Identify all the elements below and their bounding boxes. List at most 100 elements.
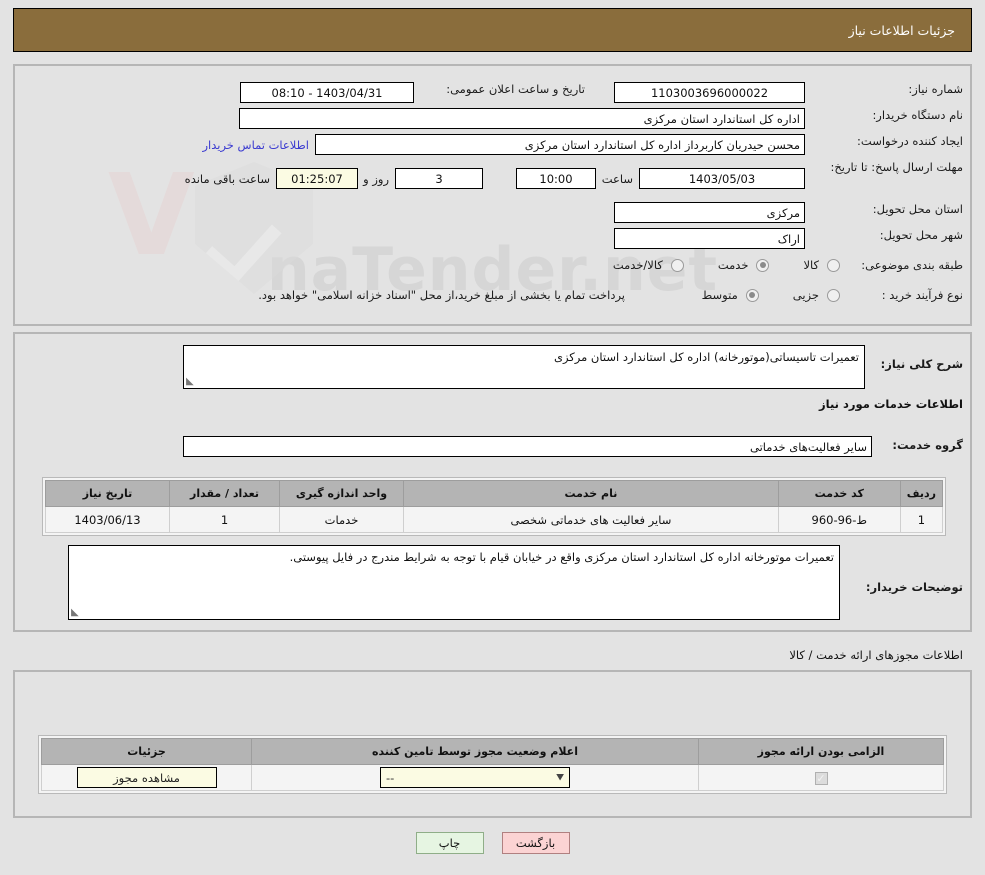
col-required: الزامی بودن ارائه مجوز xyxy=(698,738,944,765)
hour-label: ساعت xyxy=(601,171,633,186)
deadline-time-field: 10:00 xyxy=(516,168,596,189)
buyer-notes-textarea[interactable]: تعمیرات موتورخانه اداره کل استاندارد است… xyxy=(68,545,840,620)
cell-unit: خدمات xyxy=(279,506,404,533)
service-table-grid: ردیف کد خدمت نام خدمت واحد اندازه گیری ت… xyxy=(45,480,944,533)
countdown-label-row: ساعت باقی مانده xyxy=(185,168,270,189)
contact-link-row[interactable]: اطلاعات تماس خریدار xyxy=(202,134,309,155)
cell-date: 1403/06/13 xyxy=(45,506,170,533)
col-status: اعلام وضعیت مجوز توسط تامین کننده xyxy=(251,738,699,765)
col-date: تاریخ نیاز xyxy=(45,480,170,507)
cell-row: 1 xyxy=(899,506,944,533)
resize-grip-icon[interactable]: ◢ xyxy=(186,376,196,387)
service-group-label: گروه خدمت: xyxy=(892,438,963,452)
general-desc-label: شرح کلی نیاز: xyxy=(880,357,963,371)
general-desc-row: شرح کلی نیاز: xyxy=(881,357,963,371)
buyer-notes-text: تعمیرات موتورخانه اداره کل استاندارد است… xyxy=(289,550,834,564)
service-group-field: سایر فعالیت‌های خدماتی xyxy=(183,436,872,457)
view-license-button[interactable]: مشاهده مجوز xyxy=(76,767,217,788)
radio-category-2[interactable] xyxy=(670,258,684,272)
need-summary-panel xyxy=(13,64,972,326)
process-label: نوع فرآیند خرید : xyxy=(881,288,963,302)
hour-label-row: ساعت xyxy=(602,168,633,189)
province-row: استان محل تحویل: xyxy=(873,202,963,216)
cell-status: ▼ -- xyxy=(251,764,699,791)
days-label: روز و xyxy=(363,171,389,186)
page-header: جزئیات اطلاعات نیاز xyxy=(13,8,972,52)
creator-label: ایجاد کننده درخواست: xyxy=(857,134,963,148)
category-label: طبقه بندی موضوعی: xyxy=(861,258,963,272)
buyer-notes-label: توضیحات خریدار: xyxy=(865,580,963,594)
radio-category-1[interactable] xyxy=(756,258,770,272)
need-number-row: شماره نیاز: xyxy=(853,82,963,96)
creator-field: محسن حیدریان کاربرداز اداره کل استاندارد… xyxy=(315,134,805,155)
remaining-days-field: 3 xyxy=(395,168,483,189)
col-name: نام خدمت xyxy=(403,480,779,507)
required-checkbox: ✓ xyxy=(814,771,828,785)
buyer-org-field: اداره کل استاندارد استان مرکزی xyxy=(239,108,805,129)
back-button[interactable]: بازگشت xyxy=(501,832,570,854)
deadline-row: مهلت ارسال پاسخ: تا تاریخ: xyxy=(813,160,963,176)
buyer-org-label: نام دستگاه خریدار: xyxy=(872,108,963,122)
service-table-header-row: ردیف کد خدمت نام خدمت واحد اندازه گیری ت… xyxy=(45,480,944,507)
radio-process-1-label: متوسط xyxy=(701,288,738,302)
process-radio-group[interactable]: جزیی متوسط xyxy=(700,288,840,302)
general-desc-textarea[interactable]: تعمیرات تاسیساتی(موتورخانه) اداره کل است… xyxy=(183,345,865,389)
resize-grip-icon[interactable]: ◢ xyxy=(71,607,81,618)
print-button[interactable]: چاپ xyxy=(415,832,484,854)
cell-name: سایر فعالیت های خدماتی شخصی xyxy=(403,506,779,533)
countdown-field: 01:25:07 xyxy=(276,168,358,189)
radio-category-0[interactable] xyxy=(827,258,840,272)
cell-code: ط-96-960 xyxy=(777,506,901,533)
buyer-notes-row: توضیحات خریدار: xyxy=(866,580,963,594)
radio-category-2-label: کالا/خدمت xyxy=(612,258,663,272)
need-number-field: 1103003696000022 xyxy=(614,82,805,103)
services-heading: اطلاعات خدمات مورد نیاز xyxy=(819,397,963,411)
city-label: شهر محل تحویل: xyxy=(879,228,963,242)
province-label: استان محل تحویل: xyxy=(872,202,963,216)
chevron-down-icon: ▼ xyxy=(556,772,564,783)
deadline-date-field: 1403/05/03 xyxy=(639,168,805,189)
col-row: ردیف xyxy=(899,480,944,507)
license-table: الزامی بودن ارائه مجوز اعلام وضعیت مجوز … xyxy=(38,735,947,794)
col-details: جزئیات xyxy=(41,738,252,765)
cell-details: مشاهده مجوز xyxy=(41,764,252,791)
radio-process-0[interactable] xyxy=(827,288,840,302)
license-status-select[interactable]: ▼ -- xyxy=(380,767,570,788)
process-row: نوع فرآیند خرید : xyxy=(882,288,963,302)
license-status-value: -- xyxy=(386,770,395,785)
col-unit: واحد اندازه گیری xyxy=(279,480,404,507)
need-number-label: شماره نیاز: xyxy=(908,82,963,96)
general-desc-text: تعمیرات تاسیساتی(موتورخانه) اداره کل است… xyxy=(553,350,859,364)
deadline-label: مهلت ارسال پاسخ: تا تاریخ: xyxy=(830,160,963,174)
table-row: 1 ط-96-960 سایر فعالیت های خدماتی شخصی خ… xyxy=(45,506,944,533)
announce-datetime-field: 1403/04/31 - 08:10 xyxy=(240,82,414,103)
process-note: پرداخت تمام یا بخشی از مبلغ خرید،از محل … xyxy=(258,288,625,302)
process-note-row: پرداخت تمام یا بخشی از مبلغ خرید،از محل … xyxy=(258,288,625,302)
page-title: جزئیات اطلاعات نیاز xyxy=(848,22,955,38)
service-table: ردیف کد خدمت نام خدمت واحد اندازه گیری ت… xyxy=(42,477,946,536)
radio-process-0-label: جزیی xyxy=(792,288,819,302)
countdown-label: ساعت باقی مانده xyxy=(184,171,270,186)
buyer-contact-link[interactable]: اطلاعات تماس خریدار xyxy=(202,138,309,152)
category-row: طبقه بندی موضوعی: xyxy=(861,258,963,272)
buyer-org-row: نام دستگاه خریدار: xyxy=(872,108,963,122)
radio-category-0-label: کالا xyxy=(803,258,819,272)
license-table-header-row: الزامی بودن ارائه مجوز اعلام وضعیت مجوز … xyxy=(41,738,944,765)
cell-required: ✓ xyxy=(698,764,944,791)
table-row: ✓ ▼ -- مشاهده مجوز xyxy=(41,764,944,791)
province-field: مرکزی xyxy=(614,202,805,223)
announce-label-row: تاریخ و ساعت اعلان عمومی: xyxy=(446,82,585,96)
col-code: کد خدمت xyxy=(777,480,901,507)
radio-process-1[interactable] xyxy=(745,288,759,302)
cell-qty: 1 xyxy=(169,506,280,533)
category-radio-group[interactable]: کالا خدمت کالا/خدمت xyxy=(611,258,840,272)
col-qty: تعداد / مقدار xyxy=(169,480,280,507)
license-section-title: اطلاعات مجوزهای ارائه خدمت / کالا xyxy=(789,648,963,662)
city-row: شهر محل تحویل: xyxy=(880,228,963,242)
service-group-row: گروه خدمت: xyxy=(892,438,963,452)
announce-label: تاریخ و ساعت اعلان عمومی: xyxy=(446,82,585,96)
days-label-row: روز و xyxy=(363,168,389,189)
radio-category-1-label: خدمت xyxy=(717,258,749,272)
license-table-grid: الزامی بودن ارائه مجوز اعلام وضعیت مجوز … xyxy=(41,738,944,791)
city-field: اراک xyxy=(614,228,805,249)
